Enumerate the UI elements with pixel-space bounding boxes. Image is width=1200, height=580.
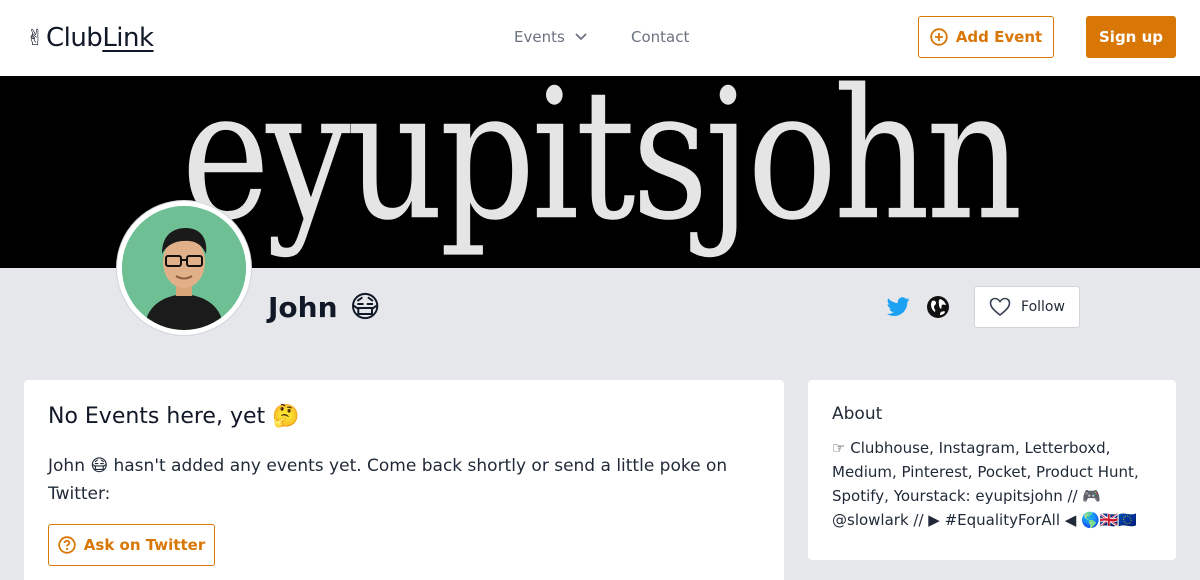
chevron-down-icon	[575, 33, 587, 41]
logo-text-club: Club	[45, 23, 103, 53]
ask-on-twitter-button[interactable]: Ask on Twitter	[48, 524, 215, 566]
events-card: No Events here, yet 🤔 John 😷 hasn't adde…	[24, 380, 784, 580]
heart-icon	[989, 297, 1011, 317]
about-card: About ☞ Clubhouse, Instagram, Letterboxd…	[808, 380, 1176, 560]
about-card-text: ☞ Clubhouse, Instagram, Letterboxd, Medi…	[832, 439, 1139, 529]
ask-on-twitter-label: Ask on Twitter	[83, 536, 206, 554]
follow-label: Follow	[1021, 299, 1065, 315]
events-card-title: No Events here, yet 🤔	[48, 404, 300, 429]
avatar	[116, 200, 252, 336]
mask-emoji: 😷	[349, 289, 381, 325]
top-header: ✌ Club Link Events Contact Add Event Sig…	[0, 0, 1200, 76]
nav-events-dropdown[interactable]: Events	[514, 26, 587, 48]
peace-hand-icon: ✌	[26, 25, 44, 51]
add-event-label: Add Event	[955, 28, 1043, 46]
profile-name-text: John	[268, 290, 338, 324]
sign-up-button[interactable]: Sign up	[1086, 16, 1176, 58]
avatar-photo	[122, 206, 246, 330]
logo-text-link: Link	[102, 23, 154, 53]
profile-name: John 😷	[268, 287, 381, 327]
follow-button[interactable]: Follow	[974, 286, 1080, 328]
plus-circle-icon	[930, 28, 948, 46]
events-card-message: John 😷 hasn't added any events yet. Come…	[48, 456, 728, 504]
globe-icon[interactable]	[926, 295, 950, 319]
about-card-title: About	[832, 404, 883, 424]
clublink-logo[interactable]: ✌ Club Link	[26, 22, 154, 54]
twitter-icon[interactable]	[886, 295, 910, 319]
add-event-button[interactable]: Add Event	[918, 16, 1054, 58]
person-portrait-icon	[122, 206, 246, 330]
question-circle-icon	[58, 536, 76, 554]
nav-events-label: Events	[514, 28, 565, 46]
nav-contact-link[interactable]: Contact	[631, 26, 689, 48]
